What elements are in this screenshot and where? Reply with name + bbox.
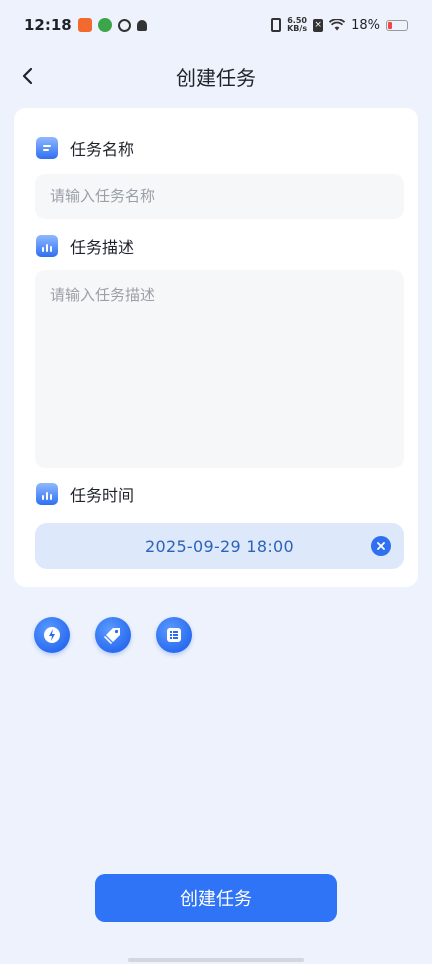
task-time-value: 2025-09-29 18:00 — [145, 536, 294, 556]
task-desc-input[interactable]: 请输入任务描述 — [35, 270, 404, 468]
battery-percent: 18% — [351, 17, 380, 33]
clear-time-button[interactable] — [371, 536, 391, 556]
app-notification-icon — [97, 18, 112, 32]
status-bar: 12:18 6.50 KB/s × 18% — [0, 0, 432, 50]
task-time-label-row: 任务时间 — [36, 482, 134, 506]
task-name-input[interactable]: 请输入任务名称 — [35, 174, 404, 219]
bell-icon — [136, 19, 147, 31]
chart-icon — [36, 235, 58, 257]
home-indicator[interactable] — [128, 958, 304, 962]
net-speed: 6.50 KB/s — [287, 17, 307, 33]
task-desc-label-row: 任务描述 — [36, 234, 134, 258]
close-icon — [377, 542, 385, 550]
create-task-button[interactable]: 创建任务 — [95, 874, 337, 922]
battery-icon — [386, 19, 408, 31]
list-icon — [167, 628, 181, 642]
priority-button[interactable] — [34, 617, 70, 653]
back-arrow-icon — [22, 67, 33, 85]
header: 创建任务 — [0, 52, 432, 100]
sync-icon — [117, 18, 131, 32]
vibrate-icon — [271, 18, 282, 32]
tool-row — [34, 617, 192, 653]
tag-button[interactable] — [95, 617, 131, 653]
task-name-label-row: 任务名称 — [36, 136, 134, 160]
status-right: 6.50 KB/s × 18% — [271, 17, 408, 33]
page-title: 创建任务 — [176, 65, 256, 90]
document-icon — [36, 137, 58, 159]
task-desc-label: 任务描述 — [70, 238, 135, 257]
status-time: 12:18 — [24, 16, 72, 34]
back-button[interactable] — [14, 62, 42, 90]
status-left: 12:18 — [24, 16, 147, 34]
lightning-icon — [44, 627, 60, 643]
checklist-button[interactable] — [156, 617, 192, 653]
wifi-icon — [329, 19, 346, 31]
task-time-picker[interactable]: 2025-09-29 18:00 — [35, 523, 404, 569]
task-name-label: 任务名称 — [70, 140, 135, 159]
net-speed-unit: KB/s — [287, 24, 308, 33]
chart-icon — [36, 483, 58, 505]
app-notification-icon — [77, 18, 92, 32]
task-time-label: 任务时间 — [70, 486, 135, 505]
no-sim-icon: × — [313, 18, 324, 32]
task-form-card: 任务名称 请输入任务名称 任务描述 请输入任务描述 任务时间 2025-09-2… — [14, 108, 418, 587]
tag-icon — [104, 628, 120, 644]
